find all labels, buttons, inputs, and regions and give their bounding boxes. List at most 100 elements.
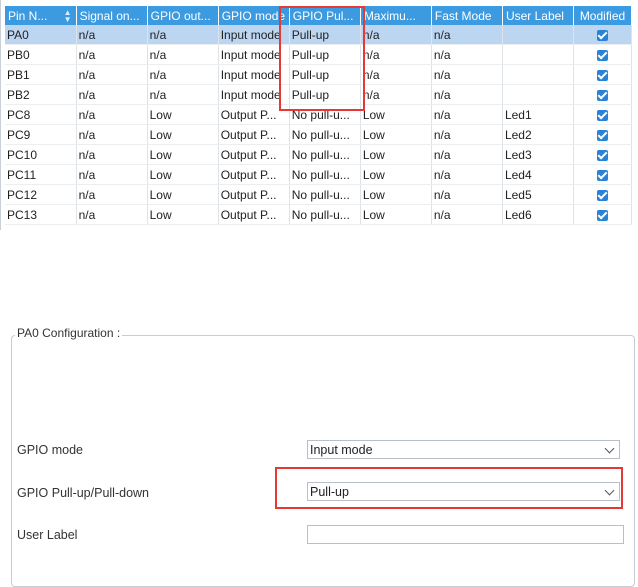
gpio-mode-label: GPIO mode xyxy=(17,443,83,457)
cell-fast: n/a xyxy=(431,164,503,185)
modified-checkbox[interactable] xyxy=(597,129,608,141)
table-row[interactable]: PC8 n/a Low Output P... No pull-u... Low n/a Le… xyxy=(5,104,632,125)
cell-mode: Output P... xyxy=(218,184,290,205)
gpio-pull-label: GPIO Pull-up/Pull-down xyxy=(17,486,150,500)
gpio-mode-select[interactable]: Input mode xyxy=(307,440,620,459)
cell-fast: n/a xyxy=(431,124,503,145)
cell-label: Led2 xyxy=(502,124,575,145)
cell-signal: n/a xyxy=(76,184,148,205)
cell-signal: n/a xyxy=(76,104,148,125)
cell-max: Low xyxy=(360,164,432,185)
cell-mode: Input mode xyxy=(218,44,290,65)
modified-checkbox[interactable] xyxy=(597,189,608,201)
cell-signal: n/a xyxy=(76,64,148,85)
table-row[interactable]: PA0 n/a n/a Input mode Pull-up n/a n/a xyxy=(5,25,632,45)
cell-fast: n/a xyxy=(431,25,503,45)
gpio-pull-value: Pull-up xyxy=(310,485,349,499)
cell-pull: No pull-u... xyxy=(289,184,361,205)
cell-pull: No pull-u... xyxy=(289,144,361,165)
table-row[interactable]: PC10 n/a Low Output P... No pull-u... Low n/a L… xyxy=(5,144,632,165)
modified-checkbox[interactable] xyxy=(597,29,608,41)
table-row[interactable]: PB1 n/a n/a Input mode Pull-up n/a n/a xyxy=(5,64,632,85)
column-header-maximum[interactable]: Maximu... xyxy=(360,6,432,25)
cell-label: Led6 xyxy=(502,204,575,225)
cell-mode: Input mode xyxy=(218,64,290,85)
cell-label xyxy=(502,25,575,45)
cell-label xyxy=(502,44,575,65)
cell-mode: Input mode xyxy=(218,84,290,105)
cell-pin: PC9 xyxy=(5,124,77,145)
cell-fast: n/a xyxy=(431,144,503,165)
cell-max: Low xyxy=(360,144,432,165)
cell-fast: n/a xyxy=(431,64,503,85)
modified-checkbox[interactable] xyxy=(597,89,608,101)
modified-checkbox[interactable] xyxy=(597,209,608,221)
column-header-fast-mode[interactable]: Fast Mode xyxy=(431,6,503,25)
pin-configuration-table: Pin N... ▲ ▼ Signal on... GPIO out... GPIO… xyxy=(5,6,632,225)
cell-pull: No pull-u... xyxy=(289,104,361,125)
cell-modified xyxy=(573,104,632,125)
cell-mode: Output P... xyxy=(218,104,290,125)
panel-left-border xyxy=(0,0,1,230)
cell-signal: n/a xyxy=(76,144,148,165)
gpio-pull-select[interactable]: Pull-up xyxy=(307,482,620,501)
column-header-gpio-pull[interactable]: GPIO Pul... xyxy=(289,6,361,25)
cell-pull: Pull-up xyxy=(289,44,361,65)
cell-modified xyxy=(573,144,632,165)
cell-label: Led1 xyxy=(502,104,575,125)
cell-pin: PC8 xyxy=(5,104,77,125)
cell-modified xyxy=(573,164,632,185)
cell-signal: n/a xyxy=(76,84,148,105)
cell-fast: n/a xyxy=(431,204,503,225)
cell-output: Low xyxy=(147,164,219,185)
cell-output: Low xyxy=(147,104,219,125)
table-row[interactable]: PB2 n/a n/a Input mode Pull-up n/a n/a xyxy=(5,84,632,105)
modified-checkbox[interactable] xyxy=(597,109,608,121)
cell-max: Low xyxy=(360,104,432,125)
cell-fast: n/a xyxy=(431,184,503,205)
cell-label: Led4 xyxy=(502,164,575,185)
cell-modified xyxy=(573,204,632,225)
modified-checkbox[interactable] xyxy=(597,149,608,161)
configuration-title: PA0 Configuration : xyxy=(15,326,123,340)
column-header-gpio-output[interactable]: GPIO out... xyxy=(147,6,219,25)
cell-pin: PC11 xyxy=(5,164,77,185)
table-row[interactable]: PC11 n/a Low Output P... No pull-u... Low n/a L… xyxy=(5,164,632,185)
table-row[interactable]: PC9 n/a Low Output P... No pull-u... Low n/a Le… xyxy=(5,124,632,145)
modified-checkbox[interactable] xyxy=(597,49,608,61)
cell-modified xyxy=(573,124,632,145)
cell-fast: n/a xyxy=(431,44,503,65)
cell-max: Low xyxy=(360,184,432,205)
sort-icon[interactable]: ▲ ▼ xyxy=(64,9,72,24)
cell-max: Low xyxy=(360,204,432,225)
column-header-modified[interactable]: Modified xyxy=(573,6,632,25)
table-row[interactable]: PC12 n/a Low Output P... No pull-u... Low n/a L… xyxy=(5,184,632,205)
table-header-row: Pin N... ▲ ▼ Signal on... GPIO out... GPIO… xyxy=(5,6,632,25)
cell-max: n/a xyxy=(360,25,432,45)
cell-pin: PB0 xyxy=(5,44,77,65)
table-row[interactable]: PC13 n/a Low Output P... No pull-u... Low n/a L… xyxy=(5,204,632,225)
cell-fast: n/a xyxy=(431,104,503,125)
table-row[interactable]: PB0 n/a n/a Input mode Pull-up n/a n/a xyxy=(5,44,632,65)
modified-checkbox[interactable] xyxy=(597,69,608,81)
cell-signal: n/a xyxy=(76,204,148,225)
cell-pin: PB2 xyxy=(5,84,77,105)
cell-pull: No pull-u... xyxy=(289,164,361,185)
column-header-signal[interactable]: Signal on... xyxy=(76,6,148,25)
column-header-user-label[interactable]: User Label xyxy=(502,6,575,25)
cell-pull: Pull-up xyxy=(289,64,361,85)
modified-checkbox[interactable] xyxy=(597,169,608,181)
user-label-input[interactable] xyxy=(307,525,624,544)
cell-pull: No pull-u... xyxy=(289,124,361,145)
cell-label xyxy=(502,64,575,85)
column-header-gpio-mode[interactable]: GPIO mode xyxy=(218,6,290,25)
cell-modified xyxy=(573,184,632,205)
cell-pull: Pull-up xyxy=(289,84,361,105)
column-header-pin[interactable]: Pin N... ▲ ▼ xyxy=(5,6,77,25)
cell-mode: Output P... xyxy=(218,164,290,185)
gpio-mode-value: Input mode xyxy=(310,443,373,457)
cell-signal: n/a xyxy=(76,124,148,145)
user-label-label: User Label xyxy=(17,528,78,542)
column-header-label: Pin N... xyxy=(8,8,48,23)
cell-mode: Output P... xyxy=(218,204,290,225)
